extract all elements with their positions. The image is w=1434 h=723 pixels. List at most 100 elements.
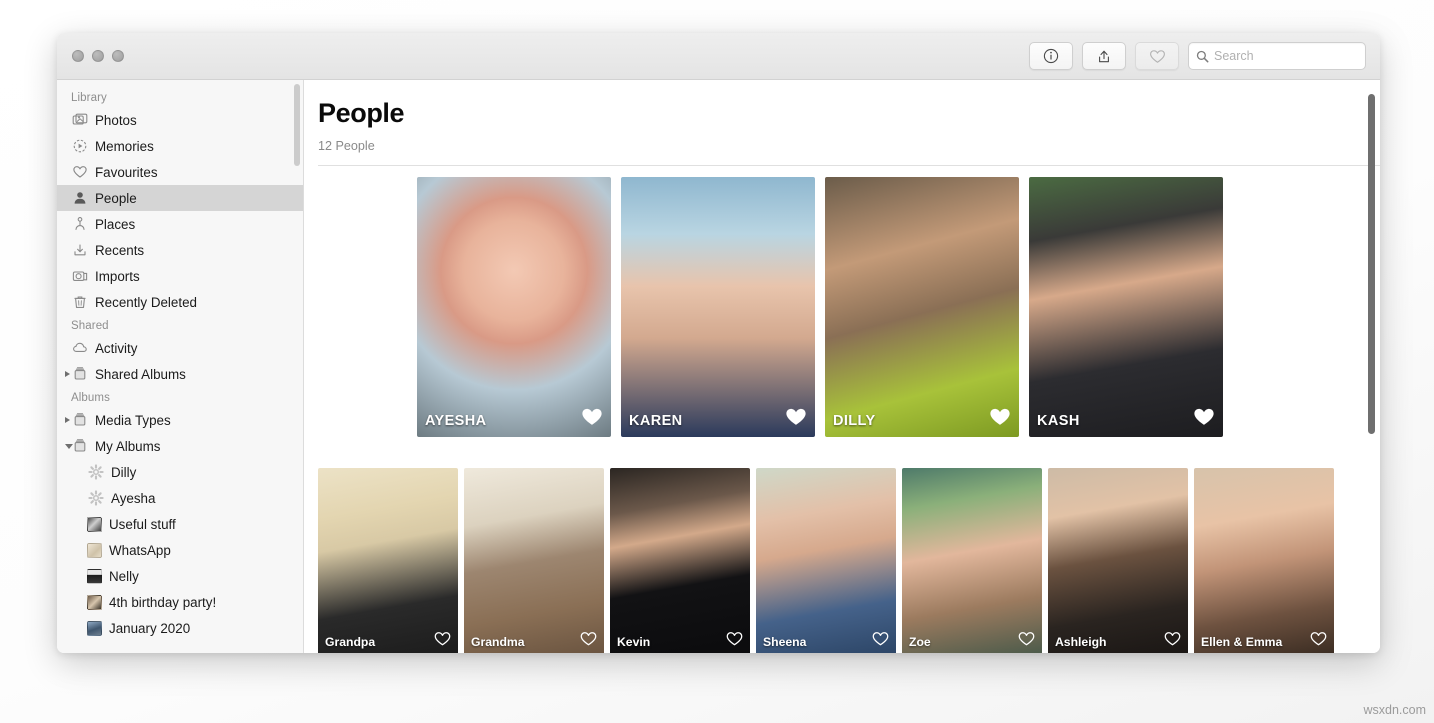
places-pin-icon (71, 216, 88, 233)
gear-icon (87, 464, 104, 481)
sidebar-item-photos[interactable]: Photos (57, 107, 303, 133)
sidebar-item-media-types[interactable]: Media Types (57, 407, 303, 433)
featured-people-row: AYESHA KAREN DILLY KASH (318, 166, 1380, 437)
sidebar-item-favourites[interactable]: Favourites (57, 159, 303, 185)
search-icon (1196, 50, 1209, 62)
person-photo (464, 468, 604, 653)
person-card[interactable]: KASH (1029, 177, 1223, 437)
person-name: Sheena (763, 635, 807, 649)
heart-filled-icon[interactable] (581, 407, 603, 431)
sidebar-item-label: Recents (95, 242, 145, 258)
chevron-right-icon[interactable] (65, 371, 70, 377)
sidebar-item-label: Places (95, 216, 136, 232)
person-card[interactable]: KAREN (621, 177, 815, 437)
sidebar-item-label: Shared Albums (95, 366, 186, 382)
sidebar-item-label: WhatsApp (109, 542, 171, 558)
person-card[interactable]: Kevin (610, 468, 750, 653)
chevron-down-icon[interactable] (65, 443, 73, 449)
toolbar-actions: Search (1029, 42, 1366, 70)
heart-icon (71, 164, 88, 181)
sidebar-list: Library Photos Memories Favourites People Pla… (57, 87, 303, 641)
person-card[interactable]: Ellen & Emma (1194, 468, 1334, 653)
heart-filled-icon[interactable] (1193, 407, 1215, 431)
people-count: 12 People (318, 139, 375, 153)
photos-app-window: Search Library Photos Memories Favourites Pe… (57, 33, 1380, 653)
desktop-background: Search Library Photos Memories Favourites Pe… (0, 0, 1434, 723)
sidebar-item-january-2020[interactable]: January 2020 (57, 615, 303, 641)
person-photo (756, 468, 896, 653)
traffic-light-buttons[interactable] (57, 50, 124, 62)
person-name: Ashleigh (1055, 635, 1107, 649)
heart-outline-icon[interactable] (1310, 631, 1327, 651)
sidebar-item-label: Media Types (95, 412, 171, 428)
heart-outline-icon[interactable] (434, 631, 451, 651)
sidebar-item-activity[interactable]: Activity (57, 335, 303, 361)
sidebar-section-header: Albums (71, 392, 110, 404)
person-card[interactable]: AYESHA (417, 177, 611, 437)
person-card[interactable]: Grandma (464, 468, 604, 653)
person-photo (1029, 177, 1223, 437)
zoom-button[interactable] (112, 50, 124, 62)
sidebar-item-label: My Albums (95, 438, 161, 454)
person-card[interactable]: Grandpa (318, 468, 458, 653)
heart-outline-icon[interactable] (872, 631, 889, 651)
sidebar-item-label: Recently Deleted (95, 294, 197, 310)
search-input[interactable]: Search (1188, 42, 1366, 70)
gear-icon (87, 490, 104, 507)
info-button[interactable] (1029, 42, 1073, 70)
trash-icon (71, 294, 88, 311)
sidebar-item-dilly[interactable]: Dilly (57, 459, 303, 485)
sidebar-section-header: Shared (71, 320, 109, 332)
person-icon (71, 190, 88, 207)
person-name: Ellen & Emma (1201, 635, 1283, 649)
people-grid: AYESHA KAREN DILLY KASH Grandpa Grandma Kevin… (304, 166, 1380, 653)
sidebar-item-recents[interactable]: Recents (57, 237, 303, 263)
heart-filled-icon[interactable] (785, 407, 807, 431)
share-button[interactable] (1082, 42, 1126, 70)
person-photo (1048, 468, 1188, 653)
sidebar-item-label: Memories (95, 138, 154, 154)
chevron-right-icon[interactable] (65, 417, 70, 423)
minimize-button[interactable] (92, 50, 104, 62)
sidebar-item-label: Ayesha (111, 490, 156, 506)
camera-icon (71, 268, 88, 285)
sidebar-item-people[interactable]: People (57, 185, 303, 211)
heart-filled-icon[interactable] (989, 407, 1011, 431)
window-body: Library Photos Memories Favourites People Pla… (57, 80, 1380, 653)
content-scrollbar[interactable] (1368, 94, 1375, 434)
sidebar-item-memories[interactable]: Memories (57, 133, 303, 159)
sidebar-item-label: People (95, 190, 137, 206)
person-card[interactable]: Zoe (902, 468, 1042, 653)
people-row: Grandpa Grandma Kevin Sheena Zoe Ashleigh Elle… (318, 437, 1380, 653)
sidebar-item-my-albums[interactable]: My Albums (57, 433, 303, 459)
heart-outline-icon[interactable] (726, 631, 743, 651)
window-titlebar: Search (57, 33, 1380, 80)
sidebar-item-whatsapp[interactable]: WhatsApp (57, 537, 303, 563)
sidebar-scrollbar[interactable] (294, 84, 300, 166)
sidebar-item-label: Activity (95, 340, 138, 356)
favourite-button[interactable] (1135, 42, 1179, 70)
sidebar-item-label: January 2020 (109, 620, 191, 636)
album-thumbnail-icon (87, 542, 102, 558)
album-stack-icon (71, 438, 88, 455)
sidebar-item-imports[interactable]: Imports (57, 263, 303, 289)
person-card[interactable]: Sheena (756, 468, 896, 653)
sidebar-item-4th-birthday-party[interactable]: 4th birthday party! (57, 589, 303, 615)
person-card[interactable]: DILLY (825, 177, 1019, 437)
close-button[interactable] (72, 50, 84, 62)
heart-icon (1149, 49, 1165, 63)
sidebar-item-useful-stuff[interactable]: Useful stuff (57, 511, 303, 537)
sidebar-item-recently-deleted[interactable]: Recently Deleted (57, 289, 303, 315)
sidebar-item-label: Nelly (109, 568, 139, 584)
album-stack-icon (71, 412, 88, 429)
person-card[interactable]: Ashleigh (1048, 468, 1188, 653)
heart-outline-icon[interactable] (580, 631, 597, 651)
sidebar-item-places[interactable]: Places (57, 211, 303, 237)
sidebar-item-shared-albums[interactable]: Shared Albums (57, 361, 303, 387)
sidebar-item-nelly[interactable]: Nelly (57, 563, 303, 589)
album-thumbnail-icon (87, 594, 102, 610)
heart-outline-icon[interactable] (1018, 631, 1035, 651)
heart-outline-icon[interactable] (1164, 631, 1181, 651)
album-thumbnail-icon (87, 620, 102, 636)
sidebar-item-ayesha[interactable]: Ayesha (57, 485, 303, 511)
